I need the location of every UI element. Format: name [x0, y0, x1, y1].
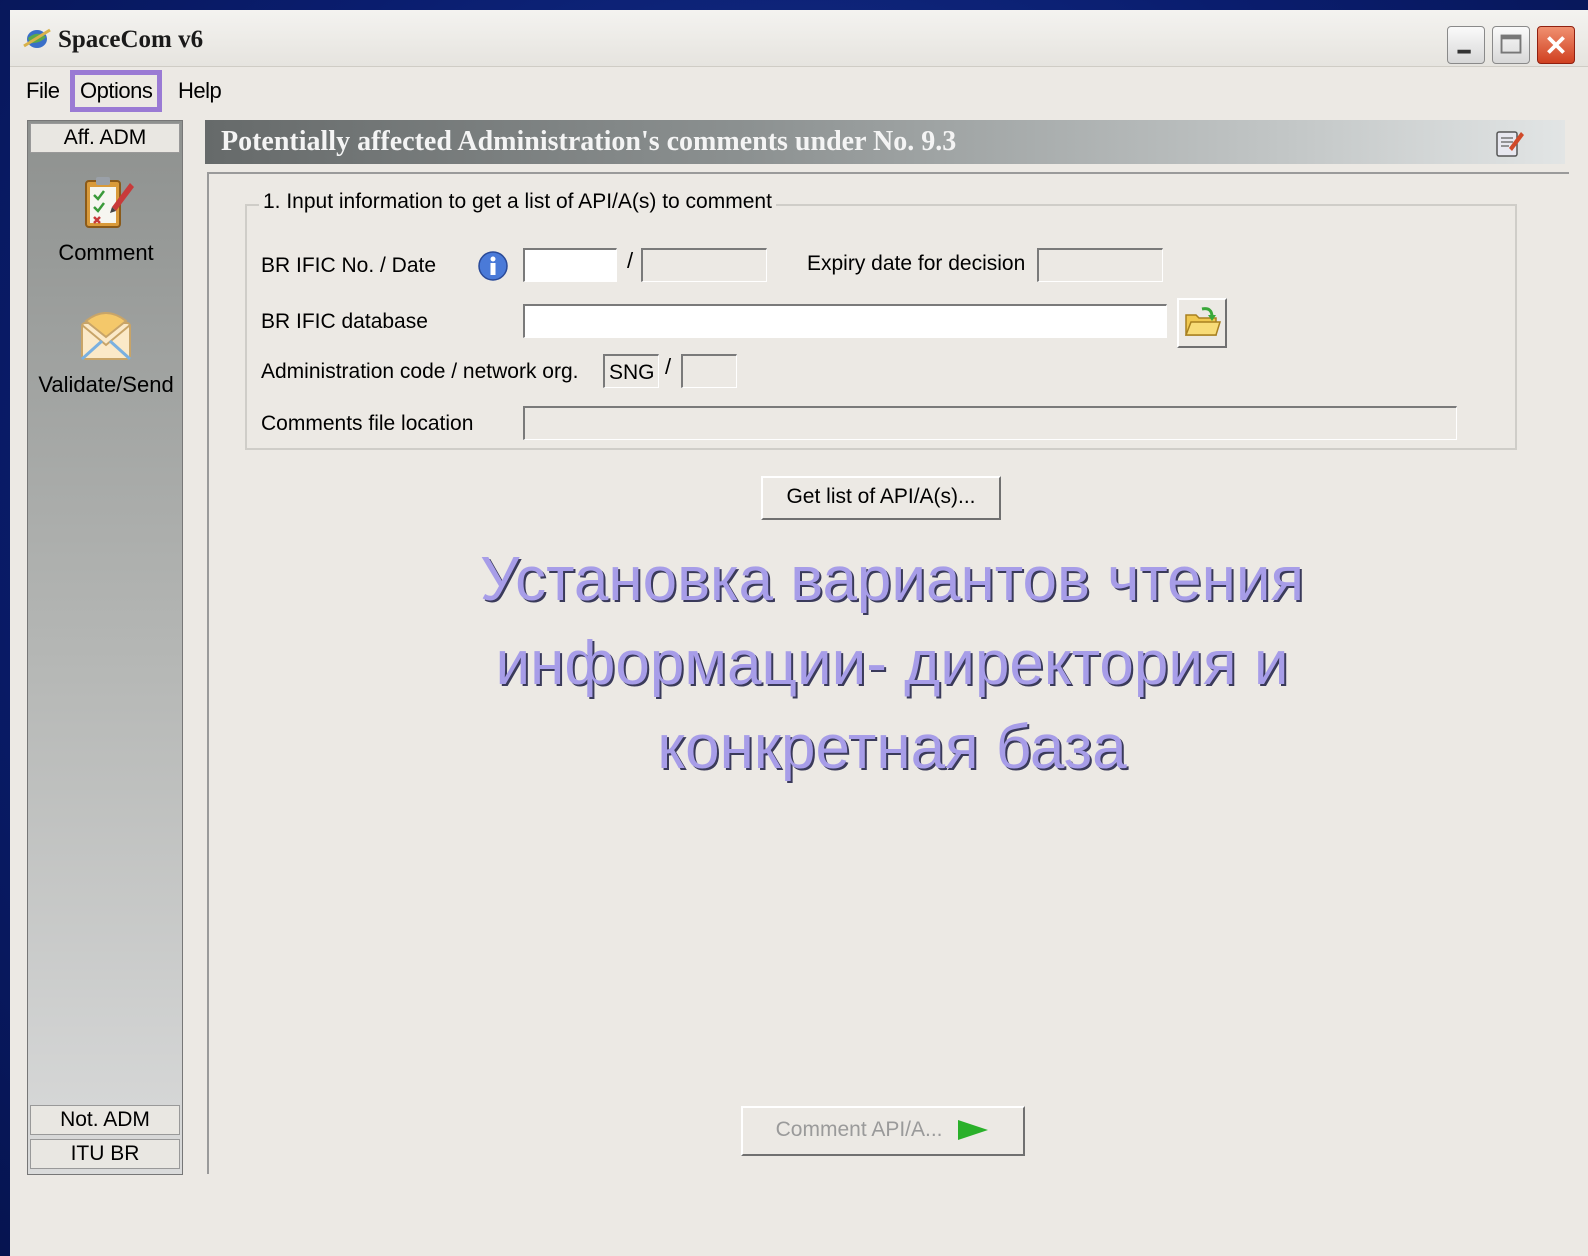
- info-icon[interactable]: [477, 250, 509, 282]
- panel-header: Potentially affected Administration's co…: [205, 120, 1565, 164]
- sidebar: Aff. ADM Comment Validate/Send Not. ADM …: [27, 120, 183, 1175]
- admin-code-value: SNG: [609, 361, 655, 384]
- database-label: BR IFIC database: [261, 310, 428, 333]
- ific-no-input[interactable]: [523, 248, 617, 282]
- close-button[interactable]: [1537, 26, 1575, 64]
- admin-separator: /: [665, 354, 672, 379]
- tab-not-adm[interactable]: Not. ADM: [30, 1105, 180, 1135]
- comments-location-label: Comments file location: [261, 412, 474, 435]
- validate-send-tool[interactable]: Validate/Send: [28, 303, 184, 398]
- title-bar: SpaceCom v6: [10, 10, 1588, 67]
- ific-separator: /: [627, 248, 634, 273]
- group-title: 1. Input information to get a list of AP…: [259, 190, 776, 214]
- overlay-line-1: Установка вариантов чтения: [479, 545, 1305, 614]
- open-folder-icon: [1184, 307, 1222, 336]
- app-logo-icon: [23, 28, 51, 48]
- window-title: SpaceCom v6: [58, 26, 204, 53]
- maximize-icon: [1500, 34, 1522, 54]
- comment-tool[interactable]: Comment: [28, 171, 184, 266]
- edit-notes-icon[interactable]: [1493, 126, 1525, 158]
- comment-api-button[interactable]: Comment API/A...: [741, 1106, 1025, 1156]
- maximize-button[interactable]: [1492, 26, 1530, 64]
- network-org-input[interactable]: [681, 354, 737, 388]
- envelope-icon: [80, 312, 132, 361]
- comments-location-input[interactable]: [523, 406, 1457, 440]
- overlay-caption: Установка вариантов чтения информации- д…: [392, 538, 1392, 790]
- menu-options[interactable]: Options: [69, 70, 163, 112]
- validate-send-tool-label: Validate/Send: [38, 372, 174, 397]
- minimize-button[interactable]: [1447, 26, 1485, 64]
- expiry-date-input[interactable]: [1037, 248, 1163, 282]
- admin-code-input[interactable]: SNG: [603, 354, 659, 388]
- tab-itu-br[interactable]: ITU BR: [30, 1139, 180, 1169]
- ific-no-date-label: BR IFIC No. / Date: [261, 254, 437, 277]
- close-icon: [1547, 36, 1565, 54]
- play-arrow-icon: [958, 1120, 989, 1141]
- spacecom-window: SpaceCom v6 File Options Help Aff. ADM C…: [10, 10, 1588, 1256]
- comment-tool-label: Comment: [58, 240, 154, 265]
- overlay-line-3: конкретная база: [657, 713, 1127, 782]
- menu-file[interactable]: File: [20, 74, 65, 108]
- clipboard-edit-icon: [85, 177, 134, 228]
- expiry-label: Expiry date for decision: [807, 252, 1026, 275]
- main-content: 1. Input information to get a list of AP…: [207, 172, 1569, 1174]
- tab-aff-adm[interactable]: Aff. ADM: [30, 123, 180, 153]
- admin-code-label: Administration code / network org.: [261, 360, 579, 383]
- database-input[interactable]: [523, 304, 1167, 338]
- browse-database-button[interactable]: [1177, 298, 1227, 348]
- comment-api-label: Comment API/A...: [775, 1118, 943, 1141]
- input-groupbox: 1. Input information to get a list of AP…: [245, 190, 1517, 450]
- get-list-button[interactable]: Get list of API/A(s)...: [761, 476, 1001, 520]
- menu-help[interactable]: Help: [172, 74, 227, 108]
- minimize-icon: [1457, 49, 1471, 54]
- overlay-line-2: информации- директория и: [495, 629, 1289, 698]
- menu-bar: File Options Help: [10, 68, 1588, 112]
- ific-date-input[interactable]: [641, 248, 767, 282]
- panel-title: Potentially affected Administration's co…: [221, 126, 957, 157]
- status-bar: [10, 1180, 1588, 1256]
